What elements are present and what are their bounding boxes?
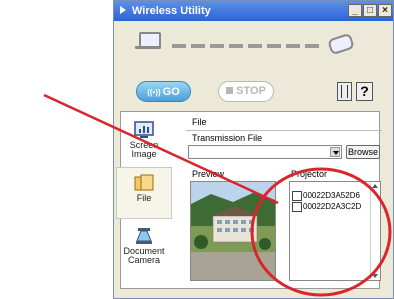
- go-button[interactable]: ((•)) GO: [136, 81, 191, 102]
- preview-image: [190, 181, 276, 281]
- mode-label: File: [136, 193, 152, 203]
- mode-document-camera[interactable]: Document Camera: [116, 221, 172, 273]
- wifi-signal-icon: ((•)): [147, 88, 161, 97]
- transmission-file-select[interactable]: [188, 145, 342, 159]
- projector-scrollbar[interactable]: [370, 183, 379, 279]
- file-panel: File Transmission File Browse Preview Pr…: [186, 113, 382, 289]
- chevron-down-icon[interactable]: [330, 147, 340, 157]
- projector-id: 00022D3A52D6: [303, 191, 360, 201]
- app-icon: [120, 6, 128, 14]
- mode-file[interactable]: File: [116, 167, 172, 219]
- transmission-file-label: Transmission File: [192, 133, 263, 143]
- mode-sidebar: Screen Image File Document Camera: [114, 111, 174, 281]
- list-item[interactable]: 00022D2A3C2D: [292, 202, 361, 212]
- section-title: File: [186, 113, 382, 131]
- projector-list: 00022D3A52D6 00022D2A3C2D: [289, 181, 381, 281]
- mode-screen-image[interactable]: Screen Image: [116, 115, 172, 167]
- mode-label: Document Camera: [123, 246, 165, 265]
- manual-book-button[interactable]: [337, 82, 352, 101]
- maximize-button[interactable]: □: [363, 4, 377, 17]
- go-label: GO: [162, 86, 180, 98]
- projector-icon: [327, 32, 355, 56]
- connection-line: [172, 44, 322, 48]
- projector-label: Projector: [291, 169, 328, 179]
- minimize-button[interactable]: _: [348, 4, 362, 17]
- window-title: Wireless Utility: [120, 5, 211, 17]
- stop-button[interactable]: STOP: [218, 81, 274, 102]
- stop-label: STOP: [236, 85, 266, 97]
- title-bar[interactable]: Wireless Utility _ □ ×: [114, 1, 393, 21]
- window-title-text: Wireless Utility: [132, 5, 211, 17]
- mode-label: Screen Image: [129, 140, 159, 159]
- list-item[interactable]: 00022D3A52D6: [292, 191, 360, 201]
- projector-checkbox[interactable]: [292, 191, 302, 201]
- connection-status: [114, 21, 393, 81]
- screen-chart-icon: [134, 121, 154, 138]
- wireless-utility-window: Wireless Utility _ □ × ((•)) GO STOP ? Sc…: [113, 0, 394, 299]
- laptop-icon: [135, 32, 161, 49]
- projector-id: 00022D2A3C2D: [303, 202, 362, 212]
- close-button[interactable]: ×: [378, 4, 392, 17]
- stop-square-icon: [226, 87, 234, 94]
- projector-checkbox[interactable]: [292, 202, 302, 212]
- document-camera-icon: [136, 228, 152, 244]
- browse-button[interactable]: Browse: [346, 145, 380, 159]
- help-button[interactable]: ?: [356, 82, 373, 101]
- preview-label: Preview: [192, 169, 225, 179]
- folder-icon: [134, 174, 154, 191]
